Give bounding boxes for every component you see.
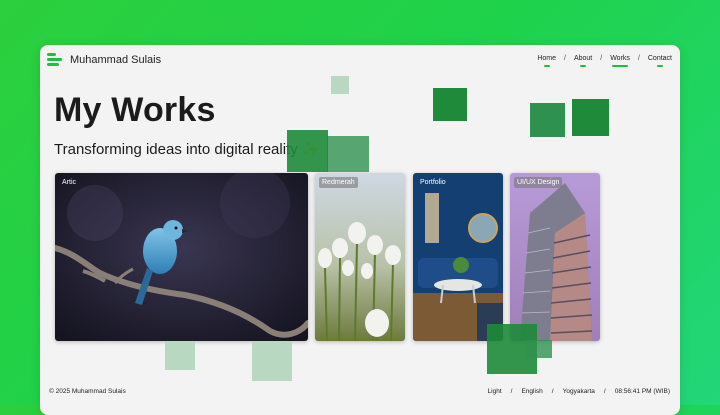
work-label: Portfolio bbox=[420, 179, 446, 186]
nav-indicator-active bbox=[612, 65, 629, 67]
decor-square bbox=[572, 99, 609, 136]
interior-image bbox=[413, 173, 503, 341]
brand-name[interactable]: Muhammad Sulais bbox=[70, 54, 161, 66]
bird-image bbox=[55, 173, 308, 341]
nav-works-label: Works bbox=[610, 55, 630, 62]
footer-separator: / bbox=[603, 388, 606, 395]
nav-contact[interactable]: Contact bbox=[648, 55, 672, 67]
decor-square bbox=[165, 341, 195, 370]
decor-square bbox=[530, 103, 565, 137]
brand-logo-icon[interactable] bbox=[47, 53, 63, 67]
clock-text: 08:56:41 PM (WIB) bbox=[614, 388, 670, 395]
main-nav: Home / About / Works / Contact bbox=[537, 55, 672, 67]
nav-separator: / bbox=[600, 55, 603, 62]
skyscraper-image bbox=[510, 173, 600, 341]
language-toggle[interactable]: English bbox=[521, 388, 542, 395]
nav-indicator bbox=[656, 65, 663, 67]
nav-home[interactable]: Home bbox=[537, 55, 556, 67]
nav-about[interactable]: About bbox=[574, 55, 592, 67]
nav-separator: / bbox=[637, 55, 640, 62]
page-subtitle: Transforming ideas into digital reality … bbox=[54, 140, 321, 158]
footer-meta: Light / English / Yogyakarta / 08:56:41 … bbox=[488, 388, 670, 395]
work-card-artic[interactable]: Artic bbox=[55, 173, 308, 341]
nav-indicator bbox=[580, 65, 587, 67]
nav-about-label: About bbox=[573, 55, 593, 62]
footer-separator: / bbox=[551, 388, 554, 395]
nav-indicator bbox=[543, 65, 550, 67]
decor-square bbox=[331, 76, 349, 94]
copyright: © 2025 Muhammad Sulais bbox=[49, 388, 126, 395]
decor-square bbox=[252, 341, 292, 381]
nav-works[interactable]: Works bbox=[610, 55, 630, 67]
work-card-uiux[interactable]: UI/UX Design bbox=[510, 173, 600, 341]
decor-square bbox=[527, 340, 552, 358]
page-title: My Works bbox=[54, 91, 216, 129]
nav-home-label: Home bbox=[537, 55, 556, 62]
work-label: Redmerah bbox=[319, 177, 358, 188]
location-text: Yogyakarta bbox=[562, 388, 595, 395]
nav-separator: / bbox=[564, 55, 566, 62]
theme-toggle[interactable]: Light bbox=[488, 388, 502, 395]
decor-square bbox=[327, 136, 369, 172]
work-label: UI/UX Design bbox=[514, 177, 563, 188]
work-card-redmerah[interactable]: Redmerah bbox=[315, 173, 405, 341]
work-label: Artic bbox=[62, 179, 76, 186]
footer-separator: / bbox=[510, 388, 513, 395]
nav-contact-label: Contact bbox=[647, 55, 672, 62]
decor-square bbox=[433, 88, 467, 121]
work-card-portfolio[interactable]: Portfolio bbox=[413, 173, 503, 341]
subtitle-text: Transforming ideas into digital reality bbox=[54, 141, 298, 158]
decor-square bbox=[287, 130, 328, 172]
tulips-image bbox=[315, 173, 405, 341]
